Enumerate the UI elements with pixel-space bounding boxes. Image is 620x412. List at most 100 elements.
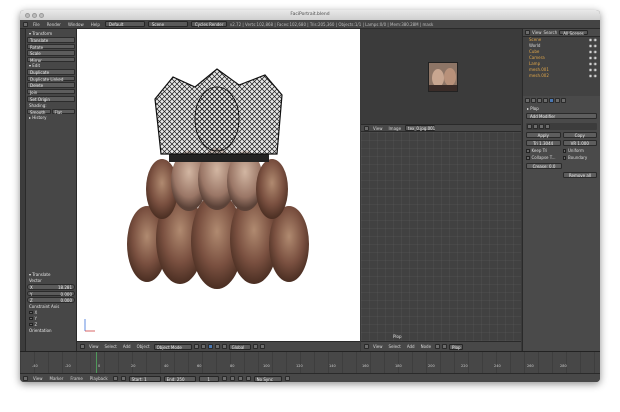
add-modifier-button[interactable]: Add Modifier [526,113,597,119]
sync-selector[interactable]: No Sync [253,375,282,382]
play-icon[interactable] [237,376,243,381]
timeline-ruler[interactable] [20,352,600,373]
timeline-playback-menu[interactable]: Playback [88,376,110,381]
modifier-tab-icon[interactable] [549,98,554,103]
minimize-window-icon[interactable] [32,12,37,18]
close-window-icon[interactable] [25,12,30,18]
jump-start-icon[interactable] [221,376,227,381]
object-menu[interactable]: Object [135,344,152,349]
timeline-icon[interactable] [23,376,28,381]
crease-field[interactable]: Crease: 0.0 [526,163,562,169]
node-tree-type-icon[interactable] [435,344,441,349]
image-selector[interactable]: tex_0.jpg.001 [405,125,435,131]
end-frame-field[interactable]: End: 250 [163,375,196,382]
keep-tri-checkbox[interactable]: Keep Tri [526,148,561,154]
render-engine-selector[interactable]: Cycles Render [190,21,227,27]
flat-button[interactable]: Flat [51,108,75,115]
rotate-manipulator-icon[interactable] [221,344,227,349]
layer-buttons-icon[interactable] [252,344,258,349]
world-tab-icon[interactable] [537,98,542,103]
jump-end-icon[interactable] [245,376,251,381]
decimate-modifier-icon[interactable] [527,124,532,129]
outliner-scope-selector[interactable]: All Scenes [559,30,588,36]
current-frame-field[interactable]: 1 [198,375,219,382]
smooth-button[interactable]: Smooth [27,108,51,115]
tool-shelf-tabs[interactable] [20,29,26,351]
info-editor-icon[interactable] [23,21,28,27]
modifier-close-icon[interactable] [545,124,550,129]
outliner-icon[interactable] [525,30,530,35]
set-origin-button[interactable]: Set Origin [27,96,75,102]
add-menu[interactable]: Add [121,344,133,349]
editor-type-icon[interactable] [80,344,85,349]
remove-all-button[interactable]: Remove all [563,172,597,178]
menu-file[interactable]: File [31,22,42,27]
keyframe-icon[interactable] [120,376,126,381]
node-select-menu[interactable]: Select [387,344,403,349]
scene-tab-icon[interactable] [531,98,536,103]
history-panel-header[interactable]: ▸ History [27,115,75,121]
manipulator-icon[interactable] [207,344,213,349]
node-add-menu[interactable]: Add [405,344,417,349]
select-menu[interactable]: Select [103,344,119,349]
timeline-view-menu[interactable]: View [31,376,45,381]
render-tab-icon[interactable] [525,98,530,103]
copy-button[interactable]: Copy [562,132,597,138]
timeline-marker-menu[interactable]: Marker [48,376,66,381]
outliner-view-menu[interactable]: View [532,30,542,35]
keying-set-icon[interactable] [284,376,290,381]
record-icon[interactable] [112,376,118,381]
image-editor-icon[interactable] [364,125,369,131]
boundary-checkbox[interactable]: Boundary [562,155,598,161]
modifier-visibility-icon[interactable] [533,124,538,129]
material-tab-icon[interactable] [555,98,560,103]
pivot-point-icon[interactable] [200,344,206,349]
current-frame-marker[interactable] [96,352,97,373]
uv-image-menu[interactable]: Image [387,126,404,131]
apply-button[interactable]: Apply [526,132,561,138]
mirror-button[interactable]: Mirror [27,56,75,63]
scale-button[interactable]: Scale [27,50,75,56]
delete-button[interactable]: Delete [27,82,75,88]
translate-manipulator-icon[interactable] [214,344,220,349]
uniform-checkbox[interactable]: Uniform [562,148,598,154]
outliner-item-mesh-002[interactable]: mesh.002 ◉ ◉ [523,73,600,79]
scene-selector[interactable]: Scene [147,21,188,27]
node-view-menu[interactable]: View [371,344,385,349]
snap-icon[interactable] [259,344,265,349]
viewport-shading-icon[interactable] [193,344,199,349]
duplicate-button[interactable]: Duplicate [27,69,75,75]
3d-viewport[interactable] [77,29,360,341]
translate-button[interactable]: Translate [27,37,75,43]
node-shader-icon[interactable] [442,344,448,349]
menu-help[interactable]: Help [89,22,102,27]
vert-field[interactable]: VR 1.000 [562,140,597,146]
play-reverse-icon[interactable] [229,376,235,381]
zoom-window-icon[interactable] [39,12,44,18]
orientation-selector[interactable]: Global [228,343,251,350]
timeline-frame-menu[interactable]: Frame [68,376,84,381]
node-editor-area[interactable]: Plop [361,132,521,341]
vector-z-field[interactable]: Z 0.000 [27,297,75,303]
rotate-button[interactable]: Rotate [27,43,75,50]
tri-field[interactable]: Tri 1.3044 [526,140,561,146]
duplicate-linked-button[interactable]: Duplicate Linked [27,75,75,82]
collapse-triangulate-checkbox[interactable]: Collapse T... [526,155,561,161]
menu-window[interactable]: Window [66,22,86,27]
vector-y-field[interactable]: Y 0.000 [27,290,75,296]
join-button[interactable]: Join [27,88,75,95]
node-tree-selector[interactable]: Plop [449,343,464,350]
modifier-render-icon[interactable] [539,124,544,129]
vector-x-field[interactable]: X 18.281 [27,284,75,290]
texture-tab-icon[interactable] [561,98,566,103]
view-menu[interactable]: View [87,344,101,349]
mode-selector[interactable]: Object Mode [153,343,192,350]
menu-render[interactable]: Render [45,22,63,27]
layout-selector[interactable]: Default [104,21,145,27]
uv-view-menu[interactable]: View [371,126,385,131]
node-editor-icon[interactable] [364,344,369,349]
node-node-menu[interactable]: Node [419,344,433,349]
outliner-search-menu[interactable]: Search [544,30,558,35]
start-frame-field[interactable]: Start: 1 [128,375,161,382]
object-tab-icon[interactable] [543,98,548,103]
